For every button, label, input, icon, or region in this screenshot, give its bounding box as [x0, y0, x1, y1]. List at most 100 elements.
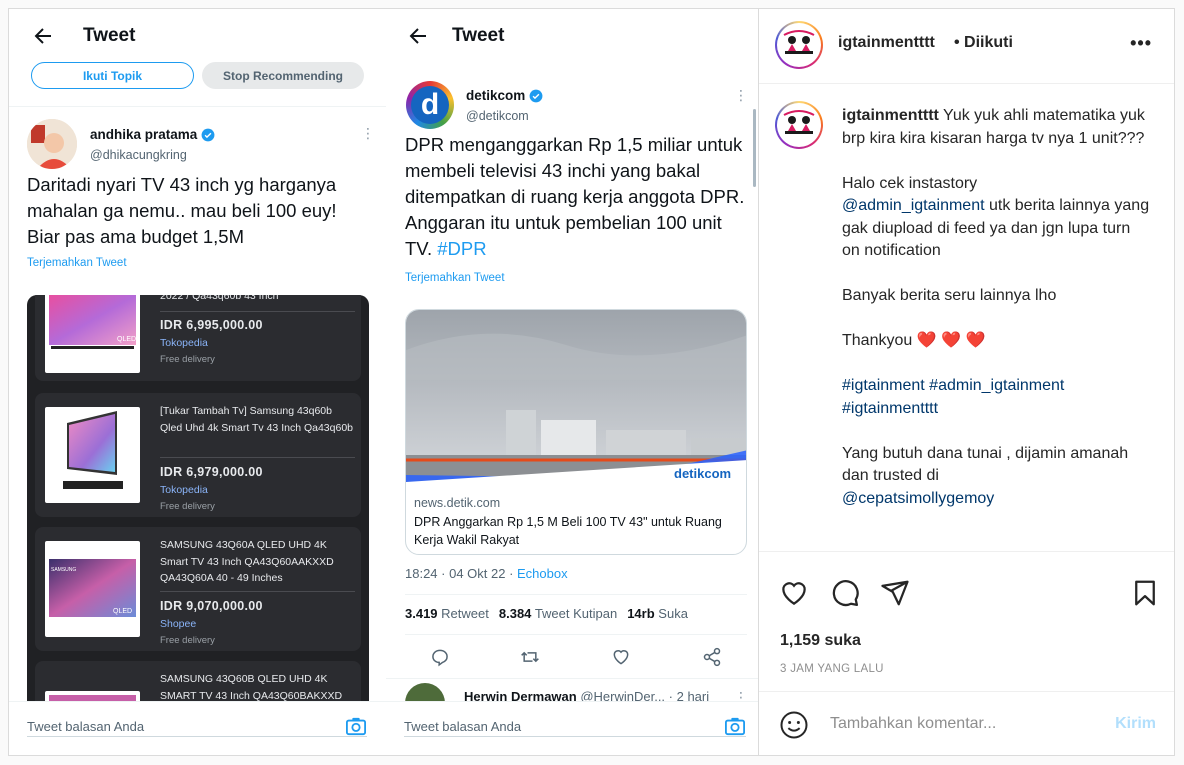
divider: [9, 106, 386, 107]
avatar-logo-icon: [779, 25, 819, 65]
avatar[interactable]: [775, 21, 823, 69]
scrollbar[interactable]: [753, 109, 756, 187]
follow-status[interactable]: • Diikuti: [954, 34, 1013, 52]
divider: [386, 678, 758, 679]
product-price: IDR 6,995,000.00: [160, 318, 263, 332]
source-link[interactable]: Echobox: [517, 566, 568, 581]
tweet-image[interactable]: QLED 2022 / Qa43q60b 43 Inch IDR 6,995,0…: [27, 295, 369, 715]
comment-icon[interactable]: [830, 578, 860, 608]
more-options-icon[interactable]: •••: [1130, 33, 1152, 54]
page-title: Tweet: [83, 25, 136, 46]
avatar[interactable]: d: [406, 81, 454, 129]
product-card: SAMSUNG QLED SAMSUNG 43Q60A QLED UHD 4K …: [35, 527, 361, 651]
translate-tweet-link[interactable]: Terjemahkan Tweet: [405, 272, 505, 284]
divider: [405, 594, 747, 595]
hashtag-link[interactable]: #admin_igtainment: [929, 377, 1064, 394]
author-name[interactable]: detikcom: [466, 88, 543, 103]
divider: [405, 634, 747, 635]
tweet-meta: 18:24 · 04 Okt 22 · Echobox: [405, 566, 568, 581]
product-title: [Tukar Tambah Tv] Samsung 43q60b Qled Uh…: [160, 405, 353, 434]
hashtag-link[interactable]: #DPR: [437, 238, 486, 259]
tweet-pane-andhika: Tweet Ikuti Topik Stop Recommending andh…: [9, 9, 386, 755]
camera-icon[interactable]: [724, 716, 746, 736]
reply-icon[interactable]: [430, 647, 450, 667]
avatar-logo-icon: [779, 105, 819, 145]
qled-label: QLED: [113, 608, 132, 615]
camera-icon[interactable]: [345, 716, 367, 736]
news-watermark: detikcom: [674, 466, 731, 481]
post-caption: igtainmentttt Yuk yuk ahli matematika yu…: [842, 107, 1150, 507]
product-store[interactable]: Tokopedia: [160, 484, 208, 496]
retweet-count[interactable]: 3.419 Retweet: [405, 606, 489, 621]
mention-link[interactable]: @admin_igtainment: [842, 197, 985, 214]
comment-bar: Tambahkan komentar... Kirim: [759, 691, 1174, 755]
post-actions: 1,159 suka 3 JAM YANG LALU: [759, 551, 1174, 691]
reply-bar: Tweet balasan Anda: [9, 701, 386, 755]
tv-thumbnail: QLED: [45, 295, 140, 373]
link-card[interactable]: detikcom news.detik.com DPR Anggarkan Rp…: [405, 309, 747, 555]
product-title: SAMSUNG 43Q60B QLED UHD 4K SMART TV 43 I…: [160, 673, 343, 702]
back-arrow-icon[interactable]: [406, 24, 430, 48]
product-delivery: Free delivery: [160, 635, 215, 646]
reply-bar: Tweet balasan Anda: [386, 701, 758, 755]
quote-count[interactable]: 8.384 Tweet Kutipan: [499, 606, 617, 621]
reply-input[interactable]: Tweet balasan Anda: [404, 719, 521, 734]
product-store[interactable]: Shopee: [160, 618, 196, 630]
caption-username[interactable]: igtainmentttt: [842, 107, 939, 124]
avatar[interactable]: [775, 101, 823, 149]
divider: [160, 457, 355, 458]
stop-recommending-button[interactable]: Stop Recommending: [202, 62, 364, 89]
avatar-photo-icon: [27, 119, 77, 169]
heart-icon[interactable]: [779, 578, 809, 608]
link-domain: news.detik.com: [414, 496, 501, 510]
hashtag-link[interactable]: #igtainment: [842, 377, 925, 394]
page-title: Tweet: [452, 25, 505, 46]
retweet-icon[interactable]: [520, 647, 540, 667]
share-icon[interactable]: [702, 647, 722, 667]
like-icon[interactable]: [611, 647, 631, 667]
send-button[interactable]: Kirim: [1115, 715, 1156, 733]
qled-label: QLED: [117, 336, 136, 343]
product-store[interactable]: Tokopedia: [160, 337, 208, 349]
post-time[interactable]: 3 JAM YANG LALU: [780, 663, 884, 675]
divider: [160, 311, 355, 312]
author-name[interactable]: andhika pratama: [90, 127, 215, 142]
link-title: DPR Anggarkan Rp 1,5 M Beli 100 TV 43" u…: [414, 515, 722, 547]
like-count[interactable]: 14rb Suka: [627, 606, 688, 621]
author-handle[interactable]: @detikcom: [466, 109, 529, 123]
divider: [160, 591, 355, 592]
screenshot-collage: Tweet Ikuti Topik Stop Recommending andh…: [8, 8, 1175, 756]
divider: [404, 736, 746, 737]
tweet-text: DPR menganggarkan Rp 1,5 miliar untuk me…: [405, 134, 745, 259]
news-photo: detikcom: [406, 310, 746, 489]
follow-topic-button[interactable]: Ikuti Topik: [31, 62, 194, 89]
instagram-post-panel: igtainmentttt • Diikuti ••• igtainmenttt…: [758, 9, 1174, 755]
author-handle[interactable]: @dhikacungkring: [90, 148, 187, 162]
verified-badge-icon: [529, 89, 543, 102]
bookmark-icon[interactable]: [1130, 578, 1160, 608]
samsung-label: SAMSUNG: [51, 567, 76, 573]
like-count[interactable]: 1,159 suka: [780, 632, 861, 650]
more-options-icon[interactable]: ⋮: [361, 125, 375, 142]
username[interactable]: igtainmentttt: [838, 34, 935, 52]
post-header: igtainmentttt • Diikuti •••: [759, 9, 1174, 84]
product-delivery: Free delivery: [160, 501, 215, 512]
more-options-icon[interactable]: ⋮: [734, 87, 748, 104]
share-icon[interactable]: [880, 578, 910, 608]
translate-tweet-link[interactable]: Terjemahkan Tweet: [27, 257, 127, 269]
tweet-pane-detikcom: Tweet d detikcom @detikcom ⋮ DPR mengang…: [386, 9, 758, 755]
tweet-header: Tweet: [386, 9, 758, 63]
tweet-text: Daritadi nyari TV 43 inch yg harganya ma…: [27, 174, 337, 247]
back-arrow-icon[interactable]: [31, 24, 55, 48]
tv-thumbnail: SAMSUNG QLED: [45, 541, 140, 637]
mention-link[interactable]: @cepatsimollygemoy: [842, 490, 994, 507]
reply-input[interactable]: Tweet balasan Anda: [27, 719, 144, 734]
tv-thumbnail: [45, 407, 140, 503]
verified-badge-icon: [201, 128, 215, 141]
hashtag-link[interactable]: #igtainmentttt: [842, 400, 938, 417]
avatar[interactable]: [27, 119, 77, 169]
tweet-header: Tweet: [9, 9, 386, 63]
product-delivery: Free delivery: [160, 354, 215, 365]
emoji-icon[interactable]: [779, 710, 809, 740]
comment-input[interactable]: Tambahkan komentar...: [830, 715, 996, 733]
